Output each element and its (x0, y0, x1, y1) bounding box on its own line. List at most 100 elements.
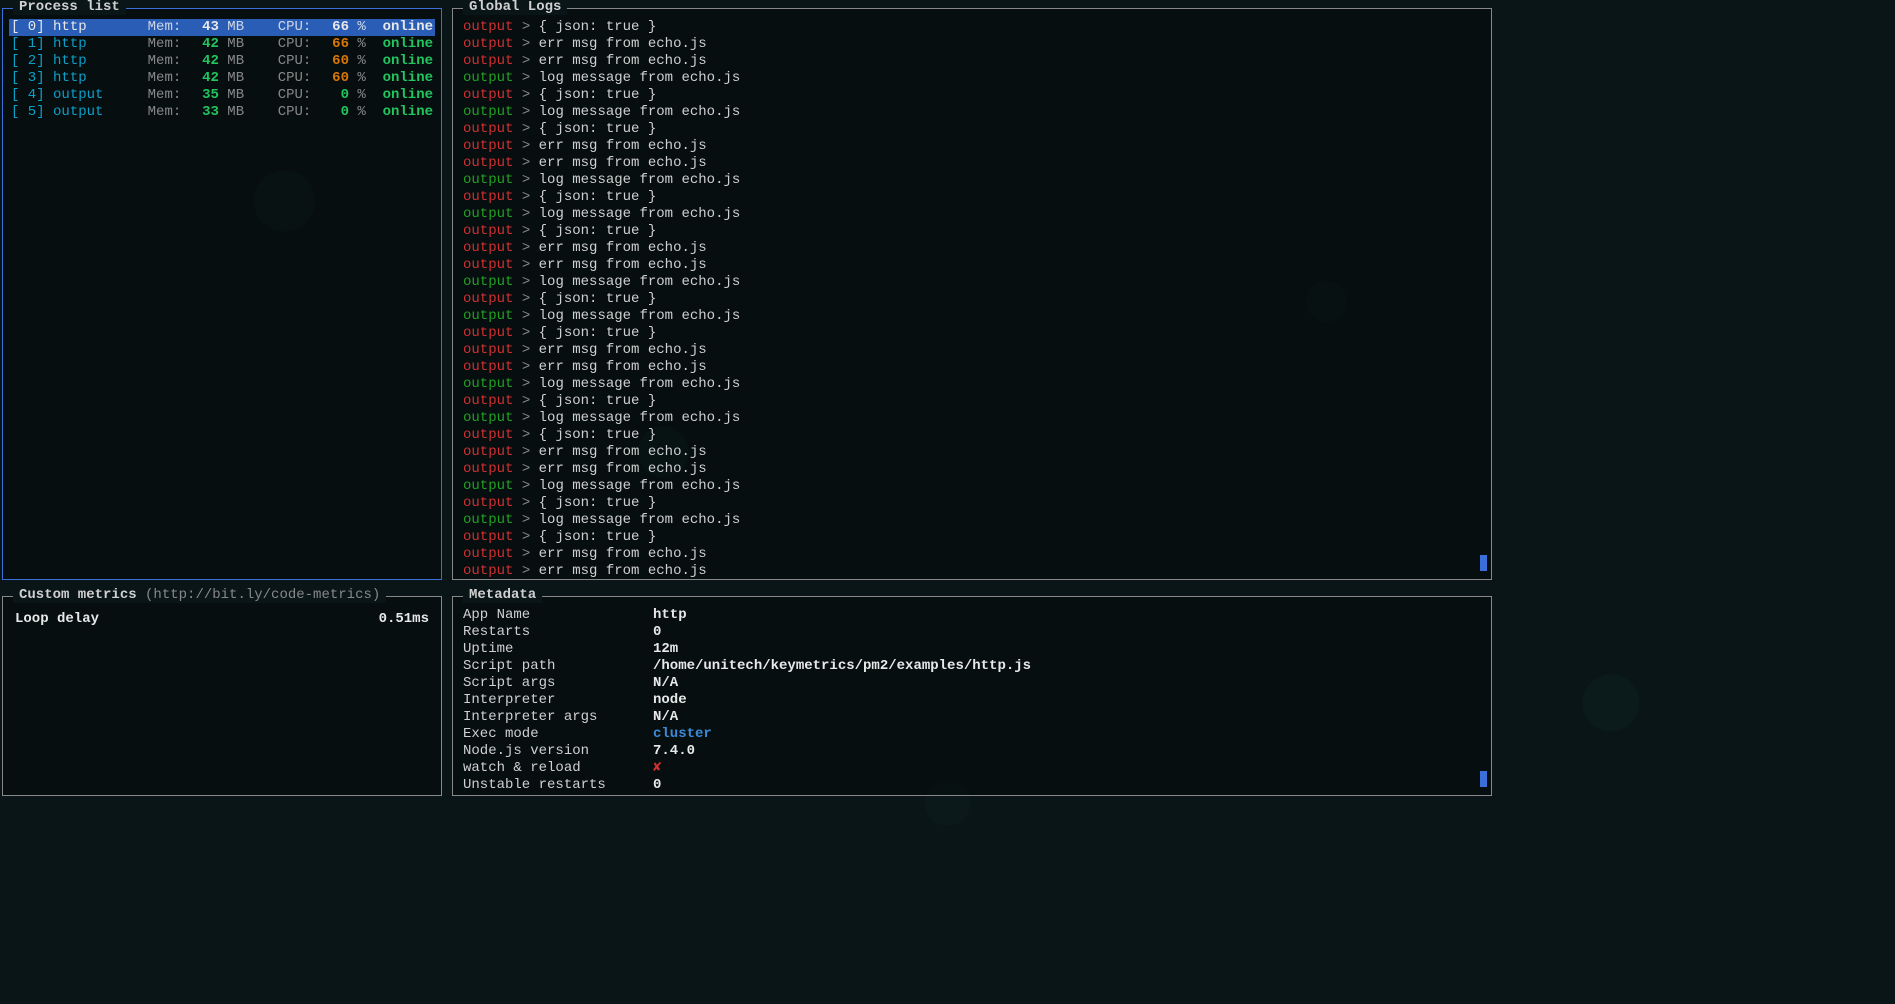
global-logs-panel[interactable]: Global Logs output > { json: true }outpu… (452, 8, 1492, 580)
process-row[interactable]: [ 0] httpMem: 43 MB CPU: 66 % online (9, 19, 435, 36)
process-row[interactable]: [ 5] outputMem: 33 MB CPU: 0 % online (9, 104, 435, 121)
log-separator: > (513, 206, 538, 222)
log-message: err msg from echo.js (539, 53, 707, 69)
cpu-label: CPU: (278, 70, 320, 87)
custom-metrics-panel[interactable]: Custom metrics (http://bit.ly/code-metri… (2, 596, 442, 796)
cpu-value: 66 (320, 19, 349, 36)
log-separator: > (513, 138, 538, 154)
log-source: output (463, 308, 513, 324)
metadata-row: Script path/home/unitech/keymetrics/pm2/… (459, 658, 1485, 675)
log-message: err msg from echo.js (539, 342, 707, 358)
mem-value: 42 (190, 70, 219, 87)
log-source: output (463, 291, 513, 307)
log-separator: > (513, 461, 538, 477)
metadata-row: Node.js version7.4.0 (459, 743, 1485, 760)
log-separator: > (513, 87, 538, 103)
log-line: output > { json: true } (459, 189, 1485, 206)
log-separator: > (513, 359, 538, 375)
scrollbar-indicator[interactable] (1480, 771, 1487, 787)
log-message: err msg from echo.js (539, 444, 707, 460)
metadata-key: App Name (463, 607, 653, 624)
cpu-label: CPU: (278, 104, 320, 121)
metadata-value: ✘ (653, 760, 661, 777)
cpu-value: 66 (320, 36, 349, 53)
log-message: log message from echo.js (539, 70, 741, 86)
log-line: output > err msg from echo.js (459, 461, 1485, 478)
log-source: output (463, 546, 513, 562)
metadata-row: Uptime12m (459, 641, 1485, 658)
metadata-row: App Namehttp (459, 607, 1485, 624)
process-row[interactable]: [ 2] httpMem: 42 MB CPU: 60 % online (9, 53, 435, 70)
mem-value: 42 (190, 36, 219, 53)
log-line: output > log message from echo.js (459, 478, 1485, 495)
metadata-row: Interpreternode (459, 692, 1485, 709)
log-line: output > err msg from echo.js (459, 563, 1485, 580)
log-message: log message from echo.js (539, 104, 741, 120)
process-list-title: Process list (13, 0, 126, 15)
cpu-label: CPU: (278, 36, 320, 53)
log-line: output > log message from echo.js (459, 172, 1485, 189)
log-line: output > err msg from echo.js (459, 240, 1485, 257)
log-message: log message from echo.js (539, 512, 741, 528)
process-name: http (53, 19, 148, 36)
log-source: output (463, 410, 513, 426)
mem-unit: MB (219, 36, 278, 53)
metric-label: Loop delay (15, 611, 99, 627)
process-name: http (53, 53, 148, 70)
metrics-title-text: Custom metrics (19, 587, 137, 603)
metadata-row: watch & reload✘ (459, 760, 1485, 777)
log-message: { json: true } (539, 87, 657, 103)
process-list-panel[interactable]: Process list [ 0] httpMem: 43 MB CPU: 66… (2, 8, 442, 580)
log-line: output > log message from echo.js (459, 376, 1485, 393)
log-line: output > { json: true } (459, 291, 1485, 308)
process-id: [ 5] (11, 104, 53, 121)
log-line: output > log message from echo.js (459, 512, 1485, 529)
log-line: output > { json: true } (459, 223, 1485, 240)
log-separator: > (513, 495, 538, 511)
process-id: [ 1] (11, 36, 53, 53)
log-message: { json: true } (539, 529, 657, 545)
log-message: { json: true } (539, 189, 657, 205)
log-line: output > { json: true } (459, 427, 1485, 444)
metadata-key: Script path (463, 658, 653, 675)
log-message: err msg from echo.js (539, 546, 707, 562)
scrollbar-indicator[interactable] (1480, 555, 1487, 571)
process-id: [ 3] (11, 70, 53, 87)
log-line: output > err msg from echo.js (459, 138, 1485, 155)
log-separator: > (513, 478, 538, 494)
log-source: output (463, 427, 513, 443)
cpu-value: 0 (320, 87, 349, 104)
log-source: output (463, 19, 513, 35)
metadata-value: 0 (653, 624, 661, 641)
log-line: output > err msg from echo.js (459, 36, 1485, 53)
log-line: output > err msg from echo.js (459, 359, 1485, 376)
mem-label: Mem: (148, 104, 190, 121)
log-source: output (463, 138, 513, 154)
log-source: output (463, 342, 513, 358)
log-line: output > log message from echo.js (459, 274, 1485, 291)
process-status: online (383, 104, 433, 121)
log-separator: > (513, 104, 538, 120)
process-status: online (383, 87, 433, 104)
log-message: err msg from echo.js (539, 563, 707, 579)
log-source: output (463, 359, 513, 375)
mem-unit: MB (219, 53, 278, 70)
log-line: output > { json: true } (459, 121, 1485, 138)
log-message: log message from echo.js (539, 172, 741, 188)
cpu-label: CPU: (278, 19, 320, 36)
metadata-key: Unstable restarts (463, 777, 653, 794)
process-row[interactable]: [ 4] outputMem: 35 MB CPU: 0 % online (9, 87, 435, 104)
metadata-panel[interactable]: Metadata App NamehttpRestarts0Uptime12mS… (452, 596, 1492, 796)
metadata-key: Node.js version (463, 743, 653, 760)
cpu-unit: % (349, 87, 383, 104)
process-row[interactable]: [ 1] httpMem: 42 MB CPU: 66 % online (9, 36, 435, 53)
process-row[interactable]: [ 3] httpMem: 42 MB CPU: 60 % online (9, 70, 435, 87)
log-source: output (463, 444, 513, 460)
metadata-key: Script args (463, 675, 653, 692)
log-source: output (463, 461, 513, 477)
log-source: output (463, 70, 513, 86)
log-source: output (463, 495, 513, 511)
log-source: output (463, 223, 513, 239)
log-message: err msg from echo.js (539, 257, 707, 273)
cpu-value: 60 (320, 53, 349, 70)
